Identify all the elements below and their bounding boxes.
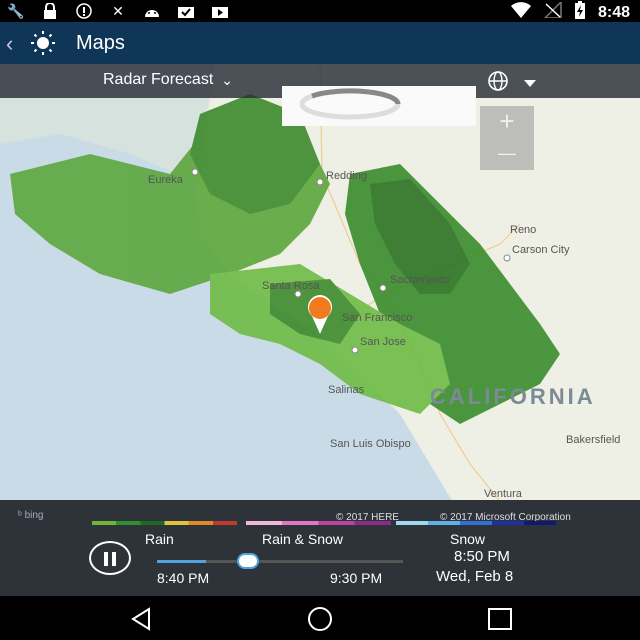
back-chevron-icon[interactable]: ‹ [6, 31, 13, 57]
start-time: 8:40 PM [157, 570, 210, 586]
no-signal-icon [543, 0, 562, 23]
briefcase-play-icon [210, 2, 230, 20]
zoom-out-button[interactable]: — [480, 138, 534, 170]
pause-button[interactable] [89, 541, 131, 575]
place-label: Sacramento [390, 274, 450, 286]
place-label: CALIFORNIA [430, 384, 596, 409]
layer-dropdown[interactable]: Radar Forecast ⌄ [103, 71, 233, 89]
caret-down-icon [524, 75, 536, 93]
status-time: 8:48 [597, 3, 630, 21]
wrench-icon: 🔧 [7, 2, 25, 19]
globe-icon [486, 70, 510, 97]
playback-panel: ᵇ bing © 2017 HERE © 2017 Microsoft Corp… [0, 500, 640, 596]
bing-logo: ᵇ bing [18, 510, 44, 521]
map-style-dropdown[interactable] [486, 70, 536, 97]
lock-icon [40, 2, 60, 20]
place-label: Salinas [328, 384, 365, 396]
place-label: Bakersfield [566, 434, 621, 446]
end-time: 9:30 PM [330, 570, 383, 586]
current-time: 8:50 PM [454, 548, 510, 565]
place-label: San Francisco [342, 312, 413, 324]
place-label: Ventura [484, 488, 522, 500]
place-label: San Luis Obispo [330, 438, 411, 450]
chevron-down-icon: ⌄ [221, 71, 233, 88]
sun-icon[interactable] [30, 30, 56, 56]
place-label: Redding [326, 170, 367, 182]
snow-legend-bar [396, 521, 556, 525]
app-title: Maps [76, 32, 125, 54]
navigation-bar [0, 598, 640, 640]
place-label: Carson City [512, 244, 570, 256]
back-nav-icon[interactable] [127, 606, 155, 632]
legend-label-rain: Rain [145, 531, 174, 547]
current-date: Wed, Feb 8 [436, 568, 514, 585]
app-bar: ‹ Maps [0, 22, 640, 64]
rain-snow-legend-bar [246, 521, 391, 525]
loading-indicator [282, 86, 476, 126]
battery-charging-icon [574, 1, 586, 24]
timeline-thumb[interactable] [237, 553, 260, 569]
bing-icon: ᵇ [18, 510, 22, 521]
home-nav-icon[interactable] [306, 606, 334, 632]
timeline-progress [157, 560, 207, 563]
layer-label: Radar Forecast [103, 71, 214, 88]
status-bar: 🔧 ✕ 8:48 [0, 0, 640, 22]
pause-icon [104, 552, 108, 566]
legend-label-rain-snow: Rain & Snow [262, 531, 343, 547]
zoom-in-button[interactable]: + [480, 106, 534, 138]
timeline-slider[interactable] [157, 553, 403, 569]
fan-icon: ✕ [112, 2, 124, 19]
place-label: Eureka [148, 174, 183, 186]
radar-map[interactable]: Eureka Redding Reno Carson City Sacramen… [0, 64, 640, 514]
legend-label-snow: Snow [450, 531, 486, 547]
rain-legend-bar [92, 521, 237, 525]
wifi-icon [510, 2, 532, 23]
alert-icon [74, 2, 94, 20]
recents-nav-icon[interactable] [486, 606, 514, 632]
place-label: San Jose [360, 336, 406, 348]
android-icon [142, 2, 162, 20]
place-label: Santa Rosa [262, 280, 320, 292]
place-label: Reno [510, 224, 537, 236]
zoom-controls: + — [480, 106, 534, 170]
briefcase-check-icon [176, 2, 196, 20]
map-background [0, 64, 640, 514]
